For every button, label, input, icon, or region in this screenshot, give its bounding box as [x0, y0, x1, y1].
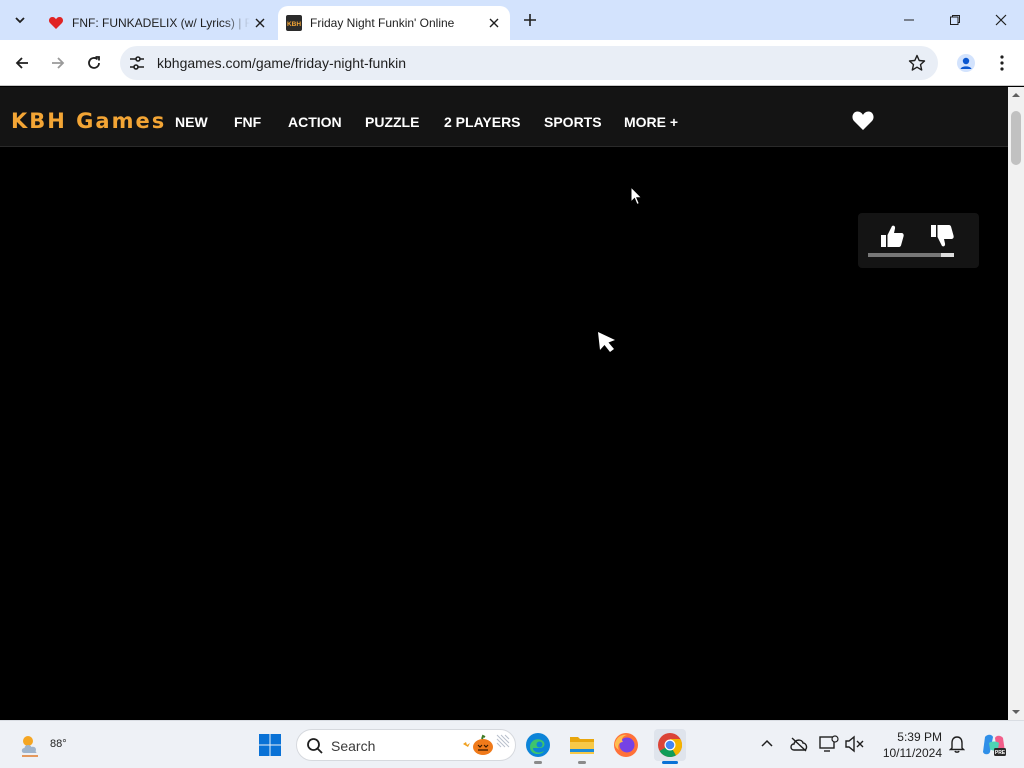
- taskbar-file-explorer[interactable]: [566, 729, 598, 761]
- windows-taskbar: 88° Search 5:39 PM 10/11/2024 PRE: [0, 720, 1024, 768]
- cloud-offline-icon: [790, 737, 808, 752]
- kebab-menu-icon: [1000, 55, 1004, 71]
- page-scrollbar[interactable]: [1008, 87, 1024, 720]
- scrollbar-thumb[interactable]: [1011, 111, 1021, 165]
- restore-button[interactable]: [932, 0, 978, 40]
- edge-running-indicator: [534, 761, 542, 764]
- tab-close-button[interactable]: [484, 13, 504, 33]
- weather-temperature: 88°: [50, 738, 67, 750]
- taskbar-edge[interactable]: [522, 729, 554, 761]
- tab-title: FNF: FUNKADELIX (w/ Lyrics) | F: [72, 16, 250, 30]
- site-logo[interactable]: KBH Games: [11, 109, 166, 133]
- search-placeholder: Search: [331, 738, 376, 754]
- star-icon[interactable]: [908, 54, 926, 72]
- nav-new[interactable]: NEW: [175, 114, 208, 130]
- restore-icon: [950, 15, 960, 25]
- nav-action[interactable]: ACTION: [288, 114, 342, 130]
- clock-date: 10/11/2024: [882, 746, 942, 760]
- back-button[interactable]: [8, 49, 36, 77]
- onedrive-tray-icon-button[interactable]: [788, 733, 810, 755]
- heart-favicon-icon: [48, 17, 64, 29]
- avatar-icon: [957, 54, 975, 72]
- taskbar-firefox[interactable]: [610, 729, 642, 761]
- rating-dislike-fill: [941, 253, 954, 257]
- nav-puzzle[interactable]: PUZZLE: [365, 114, 419, 130]
- bell-icon: [949, 736, 965, 753]
- clock-time: 5:39 PM: [897, 730, 942, 744]
- nav-2-players[interactable]: 2 PLAYERS: [444, 114, 521, 130]
- browser-toolbar: kbhgames.com/game/friday-night-funkin: [0, 40, 1024, 86]
- scroll-down-arrow-icon[interactable]: [1012, 708, 1020, 716]
- firefox-icon: [614, 733, 638, 757]
- thumbs-down-icon[interactable]: [928, 222, 956, 250]
- tab-friday-night-funkin[interactable]: KBH Friday Night Funkin' Online: [278, 6, 510, 40]
- display-tray-icon-button[interactable]: [818, 733, 840, 755]
- nav-fnf[interactable]: FNF: [234, 114, 261, 130]
- speaker-muted-icon: [845, 735, 864, 753]
- nav-more[interactable]: MORE +: [624, 114, 678, 130]
- game-canvas[interactable]: [0, 148, 1008, 720]
- taskbar-clock[interactable]: 5:39 PM 10/11/2024: [876, 729, 942, 761]
- scroll-up-arrow-icon[interactable]: [1012, 91, 1020, 99]
- url-text[interactable]: kbhgames.com/game/friday-night-funkin: [157, 55, 406, 71]
- rating-like-fill: [868, 253, 942, 257]
- minimize-icon: [904, 19, 914, 21]
- display-icon: [819, 735, 839, 752]
- minimize-button[interactable]: [886, 0, 932, 40]
- weather-cloud-sun-icon: [21, 736, 38, 757]
- svg-text:PRE: PRE: [995, 750, 1006, 756]
- show-hidden-icons-button[interactable]: [756, 733, 778, 755]
- address-bar[interactable]: kbhgames.com/game/friday-night-funkin: [120, 46, 938, 80]
- copilot-icon: PRE: [983, 734, 1006, 756]
- tab-funkadelix[interactable]: FNF: FUNKADELIX (w/ Lyrics) | F: [40, 6, 276, 40]
- page-viewport: KBH Games NEW FNF ACTION PUZZLE 2 PLAYER…: [0, 87, 1008, 720]
- nav-sports[interactable]: SPORTS: [544, 114, 602, 130]
- folder-icon: [570, 737, 594, 754]
- explorer-running-indicator: [578, 761, 586, 764]
- edge-browser-icon: [526, 733, 550, 757]
- browser-menu-button[interactable]: [988, 49, 1016, 77]
- rating-widget: [858, 213, 979, 268]
- reload-button[interactable]: [80, 49, 108, 77]
- forward-button[interactable]: [44, 49, 72, 77]
- svg-text:KBH: KBH: [287, 21, 301, 28]
- rating-bar: [868, 253, 954, 257]
- taskbar-chrome[interactable]: [654, 729, 686, 761]
- site-settings-icon[interactable]: [128, 54, 146, 72]
- windows-logo-icon: [259, 734, 281, 756]
- arrow-left-icon: [15, 57, 28, 69]
- tab-search-button[interactable]: [6, 6, 34, 34]
- taskbar-search-box[interactable]: Search: [296, 729, 516, 761]
- reload-icon: [88, 56, 100, 69]
- start-button[interactable]: [254, 729, 286, 761]
- plus-icon: [524, 14, 536, 26]
- volume-tray-icon-button[interactable]: [844, 733, 866, 755]
- tab-close-button[interactable]: [250, 13, 270, 33]
- browser-tab-strip: FNF: FUNKADELIX (w/ Lyrics) | F KBH Frid…: [0, 0, 1024, 40]
- weather-widget[interactable]: 88°: [18, 729, 78, 761]
- chrome-icon: [658, 733, 683, 758]
- game-arrow-cursor-icon: [598, 332, 615, 352]
- chevron-up-icon: [761, 739, 773, 747]
- chevron-down-icon: [15, 17, 25, 24]
- profile-button[interactable]: [952, 49, 980, 77]
- pumpkin-search-highlight-icon: [463, 734, 510, 755]
- favorite-heart-icon[interactable]: [851, 109, 875, 131]
- kbh-favicon-icon: KBH: [286, 15, 302, 31]
- close-icon: [489, 18, 499, 28]
- copilot-button[interactable]: PRE: [978, 729, 1010, 761]
- search-icon: [307, 738, 323, 754]
- tab-title: Friday Night Funkin' Online: [310, 16, 455, 30]
- site-header: KBH Games NEW FNF ACTION PUZZLE 2 PLAYER…: [0, 87, 1008, 147]
- new-tab-button[interactable]: [518, 8, 542, 32]
- chrome-active-indicator: [662, 761, 678, 764]
- mouse-pointer-icon: [630, 186, 643, 206]
- arrow-right-icon: [52, 57, 65, 69]
- close-icon: [255, 18, 265, 28]
- notifications-button[interactable]: [946, 733, 968, 755]
- close-icon: [995, 14, 1007, 26]
- close-window-button[interactable]: [978, 0, 1024, 40]
- thumbs-up-icon[interactable]: [878, 222, 906, 250]
